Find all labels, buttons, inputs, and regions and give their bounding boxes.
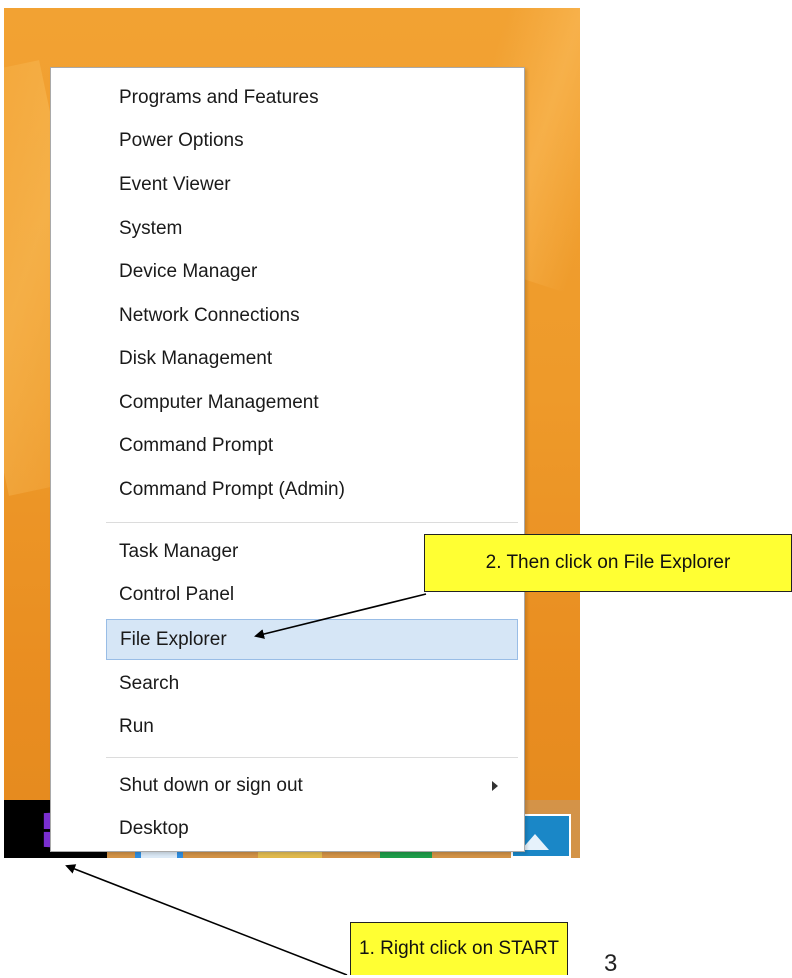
menu-item-power-options[interactable]: Power Options bbox=[106, 122, 518, 160]
menu-item-computer-management[interactable]: Computer Management bbox=[106, 384, 518, 422]
menu-item-command-prompt-admin[interactable]: Command Prompt (Admin) bbox=[106, 471, 518, 509]
menu-separator bbox=[106, 757, 518, 758]
menu-item-file-explorer[interactable]: File Explorer bbox=[106, 619, 518, 660]
menu-item-run[interactable]: Run bbox=[106, 708, 518, 746]
callout-step-2: 2. Then click on File Explorer bbox=[424, 534, 792, 592]
callout-text: 1. Right click on START bbox=[359, 938, 559, 959]
menu-item-event-viewer[interactable]: Event Viewer bbox=[106, 166, 518, 204]
winx-context-menu: Programs and Features Power Options Even… bbox=[50, 67, 525, 852]
menu-item-shut-down-or-sign-out[interactable]: Shut down or sign out bbox=[106, 767, 518, 805]
callout-text: 2. Then click on File Explorer bbox=[485, 552, 731, 573]
menu-item-label: Shut down or sign out bbox=[119, 775, 303, 796]
menu-item-search[interactable]: Search bbox=[106, 665, 518, 703]
submenu-arrow-icon bbox=[492, 781, 498, 791]
callout-step-1: 1. Right click on START bbox=[350, 922, 568, 975]
menu-item-system[interactable]: System bbox=[106, 210, 518, 248]
menu-item-desktop[interactable]: Desktop bbox=[106, 810, 518, 848]
page-number: 3 bbox=[604, 950, 618, 977]
menu-item-command-prompt[interactable]: Command Prompt bbox=[106, 427, 518, 465]
menu-item-disk-management[interactable]: Disk Management bbox=[106, 340, 518, 378]
menu-separator bbox=[106, 522, 518, 523]
menu-item-network-connections[interactable]: Network Connections bbox=[106, 297, 518, 335]
menu-item-programs-and-features[interactable]: Programs and Features bbox=[106, 79, 518, 117]
menu-item-device-manager[interactable]: Device Manager bbox=[106, 253, 518, 291]
arrow-to-start bbox=[65, 864, 348, 975]
